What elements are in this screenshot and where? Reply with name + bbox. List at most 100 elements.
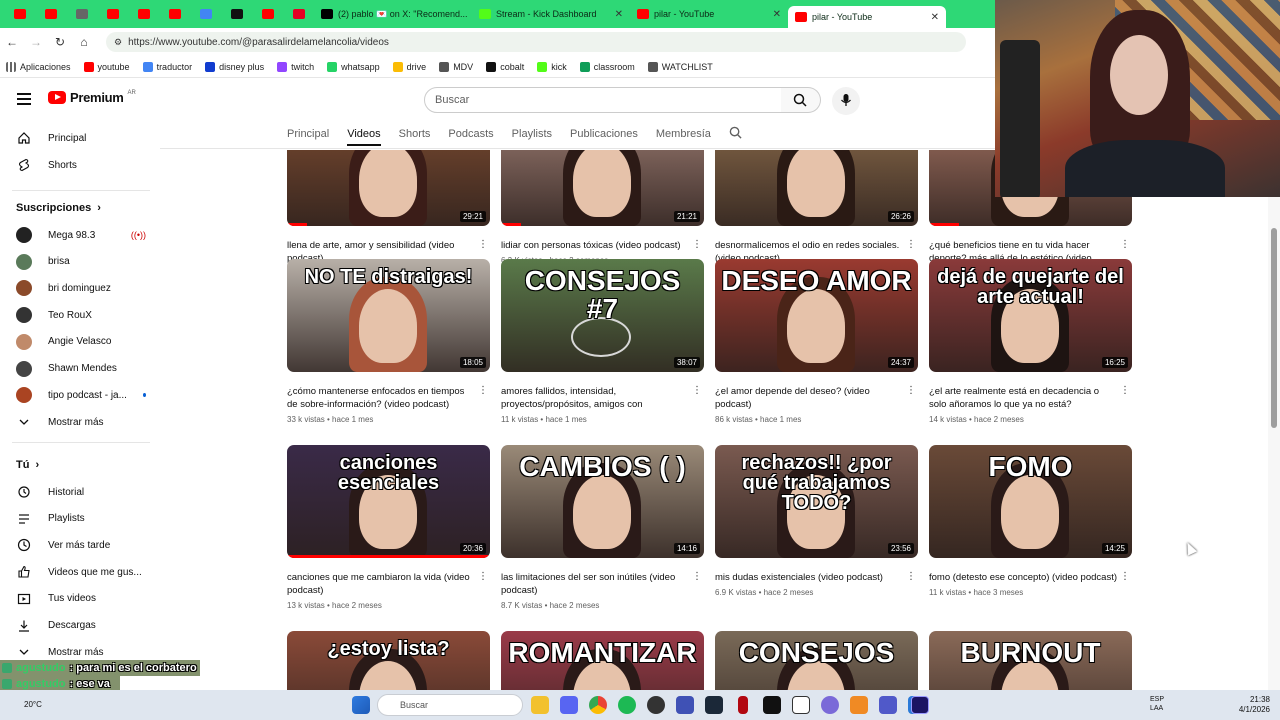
menu-icon[interactable] (17, 93, 31, 105)
search-button[interactable] (781, 87, 821, 113)
browser-tab[interactable] (128, 3, 159, 25)
browser-tab[interactable] (159, 3, 190, 25)
more-options-icon[interactable]: ⋮ (906, 239, 916, 250)
site-info-icon[interactable]: ⚙ (114, 37, 122, 48)
browser-tab[interactable] (283, 3, 314, 25)
steam-icon[interactable] (705, 696, 723, 714)
video-card[interactable]: CAMBIOS ( ) 14:16 las limitaciones del ser… (501, 445, 704, 610)
teams-icon[interactable] (879, 696, 897, 714)
browser-tab[interactable] (97, 3, 128, 25)
reload-icon[interactable]: ↻ (48, 35, 72, 49)
sidebar-item[interactable]: Shawn Mendes (16, 357, 146, 381)
video-card[interactable]: 21:21 lidiar con personas tóxicas (video … (501, 150, 704, 265)
video-thumbnail[interactable]: canciones esenciales 20:36 (287, 445, 490, 558)
video-thumbnail[interactable]: BURNOUT (929, 631, 1132, 690)
youtube-logo[interactable]: Premium AR (48, 90, 136, 105)
tab-close-icon[interactable]: ✕ (931, 12, 939, 23)
more-options-icon[interactable]: ⋮ (692, 239, 702, 250)
bookmark-item[interactable]: kick (537, 61, 567, 72)
sidebar-item[interactable]: Angie Velasco (16, 330, 146, 354)
video-card[interactable]: canciones esenciales 20:36 canciones que m… (287, 445, 490, 610)
video-card[interactable]: CONSEJOS #7 38:07 amores fallidos, intensi… (501, 259, 704, 424)
video-thumbnail[interactable]: mi visión de la vida29:21 (287, 150, 490, 226)
channel-tab[interactable]: Shorts (399, 128, 431, 140)
sidebar-item[interactable]: Principal (16, 126, 146, 150)
video-title[interactable]: canciones que me cambiaron la vida (vide… (287, 571, 475, 597)
more-options-icon[interactable]: ⋮ (1120, 385, 1130, 396)
bookmark-item[interactable]: cobalt (486, 61, 524, 72)
browser-tab[interactable] (35, 3, 66, 25)
video-card[interactable]: dejá de quejarte del arte actual! 16:25 ¿e… (929, 259, 1132, 424)
sidebar-item[interactable]: tipo podcast - ja... (16, 383, 146, 407)
channel-tab[interactable]: Videos (347, 128, 381, 146)
home-icon[interactable]: ⌂ (72, 35, 96, 49)
video-card[interactable]: CONSEJOS (715, 631, 918, 690)
video-title[interactable]: ¿el amor depende del deseo? (video podca… (715, 385, 903, 411)
notion-icon[interactable] (792, 696, 810, 714)
chrome-icon[interactable] (589, 696, 607, 714)
bookmark-item[interactable]: drive (392, 61, 426, 72)
video-title[interactable]: amores fallidos, intensidad, proyectos/p… (501, 385, 689, 411)
video-card[interactable]: rechazos!! ¿por qué trabajamos TODO? 23:5… (715, 445, 918, 597)
channel-tab[interactable]: Podcasts (448, 128, 493, 140)
weather-widget[interactable]: 20°C (24, 700, 42, 709)
tab-close-icon[interactable]: ✕ (615, 9, 623, 20)
discord-icon[interactable] (560, 696, 578, 714)
sidebar-item[interactable]: Videos que me gus... (16, 560, 146, 584)
sidebar-item[interactable]: Historial (16, 480, 146, 504)
language-indicator[interactable]: ESP LAA (1150, 695, 1164, 713)
channel-tab[interactable]: Principal (287, 128, 329, 140)
more-options-icon[interactable]: ⋮ (478, 571, 488, 582)
spotify-icon[interactable] (618, 696, 636, 714)
video-title[interactable]: las limitaciones del ser son inútiles (v… (501, 571, 689, 597)
netflix-icon[interactable] (738, 696, 748, 714)
back-icon[interactable]: ← (0, 35, 24, 49)
more-options-icon[interactable]: ⋮ (478, 239, 488, 250)
voice-search-button[interactable] (832, 87, 860, 115)
bookmark-item[interactable]: Aplicaciones (6, 61, 71, 72)
subscriptions-heading[interactable]: Suscripciones › (16, 202, 101, 214)
video-thumbnail[interactable]: 26:26 (715, 150, 918, 226)
premiere-icon[interactable] (911, 696, 929, 714)
browser-tab[interactable] (221, 3, 252, 25)
forward-icon[interactable]: → (24, 35, 48, 49)
search-input[interactable]: Buscar (424, 87, 782, 113)
channel-tab[interactable]: Playlists (512, 128, 552, 140)
video-thumbnail[interactable]: CAMBIOS ( ) 14:16 (501, 445, 704, 558)
browser-tab[interactable]: Stream - Kick Dashboard ✕ (472, 3, 630, 25)
more-options-icon[interactable]: ⋮ (692, 385, 702, 396)
taskbar-search[interactable]: Buscar (377, 694, 523, 716)
sidebar-item[interactable]: brisa (16, 250, 146, 274)
video-title[interactable]: ¿cómo mantenerse enfocados en tiempos de… (287, 385, 475, 411)
video-title[interactable]: ¿el arte realmente está en decadencia o … (929, 385, 1117, 411)
file-explorer-icon[interactable] (531, 696, 549, 714)
browser-tab[interactable]: pilar - YouTube ✕ (630, 3, 788, 25)
more-options-icon[interactable]: ⋮ (906, 385, 916, 396)
video-title[interactable]: mis dudas existenciales (video podcast) (715, 571, 903, 584)
you-heading[interactable]: Tú › (16, 459, 39, 471)
scrollbar-thumb[interactable] (1271, 228, 1277, 428)
bookmark-item[interactable]: twitch (277, 61, 314, 72)
bookmark-item[interactable]: MDV (439, 61, 473, 72)
bookmark-item[interactable]: classroom (579, 61, 635, 72)
video-thumbnail[interactable]: FOMO 14:25 (929, 445, 1132, 558)
browser-tab[interactable] (66, 3, 97, 25)
chatgpt-icon[interactable] (821, 696, 839, 714)
more-options-icon[interactable]: ⋮ (1120, 571, 1130, 582)
sidebar-item[interactable]: Mostrar más (16, 410, 146, 434)
clock[interactable]: 21:38 4/1/2026 (1239, 695, 1270, 715)
sidebar-item[interactable]: Tus videos (16, 587, 146, 611)
browser-tab[interactable] (190, 3, 221, 25)
browser-tab[interactable] (252, 3, 283, 25)
sidebar-item[interactable]: Playlists (16, 507, 146, 531)
video-card[interactable]: FOMO 14:25 fomo (detesto ese concepto) (vi… (929, 445, 1132, 597)
tab-close-icon[interactable]: ✕ (773, 9, 781, 20)
video-card[interactable]: NO TE distraigas! 18:05 ¿cómo mantenerse e… (287, 259, 490, 424)
bookmark-item[interactable]: whatsapp (327, 61, 380, 72)
bookmark-item[interactable]: youtube (83, 61, 130, 72)
obs-icon[interactable] (647, 696, 665, 714)
sidebar-item[interactable]: bri dominguez (16, 276, 146, 300)
channel-tab[interactable]: Publicaciones (570, 128, 638, 140)
video-title[interactable]: fomo (detesto ese concepto) (video podca… (929, 571, 1117, 584)
app-icon[interactable] (676, 696, 694, 714)
